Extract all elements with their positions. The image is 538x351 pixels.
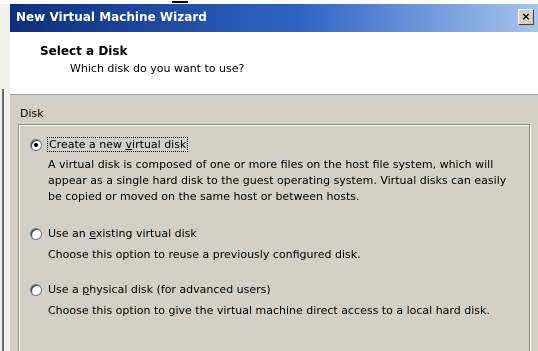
close-button[interactable]: × [518, 9, 534, 25]
background-window-edge [0, 4, 10, 351]
title-bar[interactable]: New Virtual Machine Wizard × [10, 4, 538, 32]
label-text: Use a [48, 283, 83, 296]
label-accelerator: e [89, 227, 96, 240]
page-subtitle: Which disk do you want to use? [70, 62, 245, 75]
radio-use-physical-disk[interactable] [30, 284, 42, 296]
close-icon: × [521, 10, 531, 23]
background-scroll-edge [2, 89, 4, 351]
label-text: hysical disk (for advanced users) [89, 283, 271, 296]
radio-use-existing-disk[interactable] [30, 228, 42, 240]
option-label[interactable]: Use an existing virtual disk [48, 227, 197, 240]
option-description: Choose this option to reuse a previously… [48, 248, 361, 261]
option-label[interactable]: Create a new virtual disk [46, 137, 189, 152]
option-description: Choose this option to give the virtual m… [48, 304, 490, 317]
radio-create-new-disk[interactable] [30, 139, 42, 151]
disk-group-label: Disk [18, 107, 46, 120]
background-underline [172, 1, 188, 3]
label-text: Use an [48, 227, 90, 240]
page-title: Select a Disk [40, 44, 128, 58]
label-text: irtual disk [132, 138, 187, 151]
window-title: New Virtual Machine Wizard [16, 10, 207, 24]
wizard-header: Select a Disk Which disk do you want to … [10, 32, 538, 95]
label-text: Create a new [49, 138, 126, 151]
option-description: A virtual disk is composed of one or mor… [48, 158, 507, 203]
wizard-window: New Virtual Machine Wizard × Select a Di… [10, 4, 538, 351]
option-label[interactable]: Use a physical disk (for advanced users) [48, 283, 271, 296]
label-text: xisting virtual disk [95, 227, 197, 240]
radio-selected-dot [34, 143, 38, 147]
